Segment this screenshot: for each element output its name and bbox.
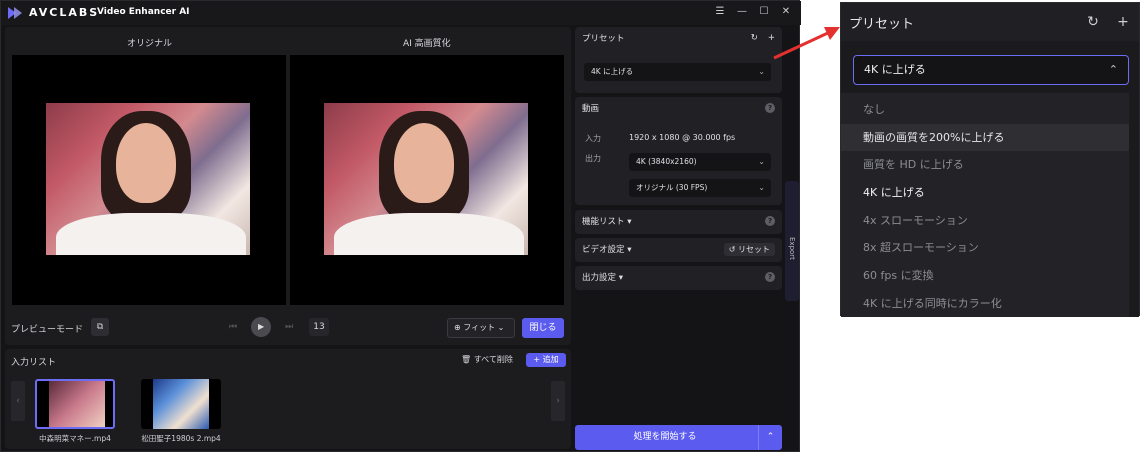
original-video-frame	[46, 103, 250, 255]
add-file-button[interactable]: + 追加	[526, 353, 566, 367]
refresh-icon[interactable]: ↻	[1083, 12, 1103, 32]
next-frame-icon[interactable]: ⏭	[285, 322, 293, 332]
thumbnail-strip: ‹ 中森明菜マネー.mp4 松田聖子1980s 2.mp4 ›	[11, 375, 565, 445]
output-key: 出力	[585, 154, 601, 163]
delete-all-button[interactable]: 🗑 すべて削除	[461, 353, 513, 367]
preset-option[interactable]: 60 fps に変換	[841, 262, 1129, 289]
original-video[interactable]	[12, 55, 286, 305]
fit-select[interactable]: ⊕ フィット ⌄	[447, 318, 515, 338]
fit-label: フィット	[463, 323, 496, 332]
preset-option[interactable]: 4K に上げる	[841, 179, 1129, 206]
input-list-panel: 入力リスト 🗑 すべて削除 + 追加 ‹ 中森明菜マネー.mp4 松田聖子198…	[5, 349, 571, 449]
product-name: Video Enhancer AI	[97, 7, 190, 17]
chevron-down-icon: ⌄	[758, 183, 765, 192]
preview-controls: プレビューモード ⧉ ⏮ ▶ ⏭ 13 ⊕ フィット ⌄ 閉じる	[5, 313, 571, 343]
zoom-preset-select[interactable]: 4K に上げる ⌃	[853, 55, 1129, 85]
fps-select[interactable]: オリジナル (30 FPS) ⌄	[629, 179, 771, 197]
zoom-header: プリセット ↻ +	[841, 3, 1139, 41]
caret-down-icon: ▾	[627, 245, 632, 255]
strip-right-arrow-icon[interactable]: ›	[551, 381, 565, 421]
video-card: 動画 ? 入力 1920 x 1080 @ 30.000 fps 出力 4K (…	[575, 97, 782, 205]
output-settings-card[interactable]: 出力設定 ▾ ?	[575, 266, 782, 290]
file-thumbnail[interactable]	[35, 379, 115, 429]
export-label: Export	[788, 237, 796, 260]
preset-option[interactable]: 8x 超スローモーション	[841, 234, 1129, 261]
zoom-preset-title: プリセット	[849, 17, 915, 32]
input-value: 1920 x 1080 @ 30.000 fps	[629, 133, 736, 142]
delete-all-label: すべて削除	[473, 355, 513, 364]
enhanced-pane-label: AI 高画質化	[403, 39, 451, 49]
preset-card: プリセット ↻ + 4K に上げる ⌄	[575, 27, 782, 93]
enhanced-video-frame	[324, 103, 528, 255]
add-preset-icon[interactable]: +	[1113, 12, 1133, 32]
previous-frame-icon[interactable]: ⏮	[229, 322, 237, 332]
feature-list-card[interactable]: 機能リスト ▾ ?	[575, 210, 782, 234]
file-name: 中森明菜マネー.mp4	[39, 434, 111, 443]
video-settings-title: ビデオ設定	[582, 245, 625, 255]
export-tab[interactable]: Export	[785, 181, 799, 301]
close-window-icon[interactable]: ✕	[779, 5, 793, 19]
avclabs-logo-icon	[8, 7, 22, 19]
title-bar: AVCLABS Video Enhancer AI ☰ — ☐ ✕	[1, 1, 801, 25]
chevron-up-icon[interactable]: ⌃	[758, 425, 782, 450]
caret-down-icon: ▾	[618, 273, 623, 283]
start-processing-label: 処理を開始する	[633, 432, 697, 442]
callout-arrow	[773, 27, 840, 60]
caret-down-icon: ▾	[627, 217, 632, 227]
preset-select[interactable]: 4K に上げる ⌄	[584, 63, 771, 81]
preset-option[interactable]: 4x スローモーション	[841, 207, 1129, 234]
chevron-down-icon: ⌄	[497, 323, 505, 332]
original-pane-label: オリジナル	[127, 39, 173, 49]
start-processing-button[interactable]: 処理を開始する ⌃	[575, 425, 782, 450]
zoom-icon: ⊕	[454, 323, 461, 332]
trash-icon: 🗑	[461, 355, 472, 364]
brand-name: AVCLABS	[29, 6, 100, 19]
strip-left-arrow-icon[interactable]: ‹	[11, 381, 25, 421]
frame-number[interactable]: 13	[309, 318, 329, 336]
refresh-icon[interactable]: ↻	[751, 33, 758, 43]
maximize-icon[interactable]: ☐	[757, 5, 771, 19]
preview-mode-icon[interactable]: ⧉	[91, 318, 109, 336]
close-preview-button[interactable]: 閉じる	[522, 318, 564, 338]
app-window: AVCLABS Video Enhancer AI ☰ — ☐ ✕ オリジナル …	[0, 0, 801, 452]
preset-option[interactable]: なし	[841, 96, 1129, 123]
preset-title: プリセット	[582, 34, 625, 44]
minimize-icon[interactable]: —	[735, 5, 749, 19]
window-controls: ☰ — ☐ ✕	[713, 5, 793, 19]
output-settings-title: 出力設定	[582, 273, 617, 283]
preset-zoom-panel: プリセット ↻ + 4K に上げる ⌃ なし 動画の画質を200%に上げる 画質を…	[840, 2, 1140, 317]
feature-list-title: 機能リスト	[582, 217, 625, 227]
file-name: 松田聖子1980s 2.mp4	[141, 434, 221, 443]
reset-button[interactable]: ↺ リセット	[723, 242, 775, 256]
enhanced-video[interactable]	[290, 55, 564, 305]
list-scroll-gutter	[1129, 93, 1139, 317]
chevron-down-icon: ⌄	[758, 157, 765, 166]
help-icon[interactable]: ?	[765, 216, 775, 226]
chevron-up-icon: ⌃	[1108, 63, 1118, 76]
reset-icon: ↺	[728, 244, 738, 254]
help-icon[interactable]: ?	[765, 272, 775, 282]
settings-column: プリセット ↻ + 4K に上げる ⌄ 動画 ? 入力 1920 x 1080 @…	[575, 27, 783, 451]
preset-option[interactable]: 画質を HD に上げる	[841, 151, 1129, 178]
preset-option[interactable]: 4K に上げる同時にカラー化	[841, 290, 1129, 317]
video-settings-card[interactable]: ビデオ設定 ▾ ↺ リセット	[575, 238, 782, 262]
help-icon[interactable]: ?	[765, 103, 775, 113]
preview-panel: オリジナル AI 高画質化 プレビューモード ⧉ ⏮ ▶ ⏭ 13 ⊕ フィット…	[5, 27, 571, 345]
chevron-down-icon: ⌄	[758, 67, 765, 76]
screenshot-root: AVCLABS Video Enhancer AI ☰ — ☐ ✕ オリジナル …	[0, 0, 1142, 452]
input-list-title: 入力リスト	[11, 358, 57, 368]
play-icon[interactable]: ▶	[251, 317, 272, 337]
preset-options-list: なし 動画の画質を200%に上げる 画質を HD に上げる 4K に上げる 4x…	[841, 93, 1129, 317]
menu-icon[interactable]: ☰	[713, 5, 727, 19]
input-key: 入力	[585, 134, 601, 143]
preview-mode-label: プレビューモード	[11, 325, 84, 335]
resolution-select[interactable]: 4K (3840x2160) ⌄	[629, 153, 771, 171]
preset-option[interactable]: 動画の画質を200%に上げる	[841, 124, 1129, 151]
transport-controls: ⏮ ▶ ⏭	[229, 317, 293, 337]
video-title: 動画	[582, 104, 600, 114]
file-thumbnail[interactable]	[141, 379, 221, 429]
